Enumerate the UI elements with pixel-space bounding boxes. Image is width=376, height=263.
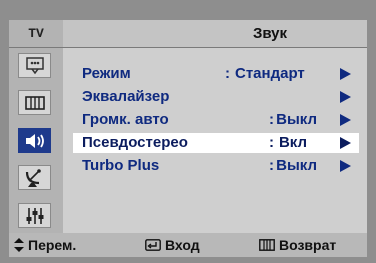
picture-grid-icon [24, 94, 46, 112]
sidebar-item-picture-grid[interactable] [18, 90, 51, 115]
setup-sliders-icon [24, 206, 46, 226]
help-move: Перем. [14, 233, 76, 257]
arrow-right-icon [340, 160, 351, 172]
menu-title: Звук [252, 25, 288, 42]
menu-item-label: Псевдостерео [82, 134, 188, 151]
sidebar-item-channel[interactable] [18, 165, 51, 190]
menu-item-label: Turbo Plus [82, 157, 160, 174]
up-down-arrows-icon [14, 238, 24, 252]
help-return-label: Возврат [279, 237, 337, 253]
menu-item-value: Стандарт [235, 65, 305, 82]
menu-item-value: Выкл [276, 157, 317, 174]
arrow-right-icon [340, 91, 351, 103]
menu-sidebar [9, 48, 63, 233]
menu-item-label: Режим [82, 65, 131, 82]
satellite-icon [24, 168, 46, 188]
menu-item-equalizer[interactable]: Эквалайзер [73, 87, 359, 107]
sidebar-item-sound[interactable] [18, 128, 51, 153]
menu-item-mode[interactable]: Режим : Стандарт [73, 64, 359, 84]
help-enter: Вход [145, 233, 200, 257]
picture-icon [24, 56, 46, 75]
speaker-icon [23, 132, 47, 150]
menu-item-value: Вкл [278, 134, 307, 151]
arrow-right-icon [340, 68, 351, 80]
menu-item-separator: : [269, 111, 274, 128]
sound-menu: Режим : Стандарт Эквалайзер Громк. авто … [63, 48, 367, 233]
sidebar-item-picture[interactable] [18, 53, 51, 78]
help-bar: Перем. Вход Возврат [9, 233, 367, 257]
help-enter-label: Вход [165, 237, 200, 253]
menu-item-separator: : [269, 134, 274, 151]
enter-icon [145, 239, 161, 251]
menu-grid-icon [259, 239, 275, 251]
sidebar-item-setup[interactable] [18, 203, 51, 228]
arrow-right-icon [340, 137, 351, 149]
menu-item-separator: : [225, 65, 230, 82]
arrow-right-icon [340, 114, 351, 126]
menu-header: TV Звук [9, 20, 367, 48]
menu-item-label: Громк. авто [82, 111, 169, 128]
menu-item-value: Выкл [276, 111, 317, 128]
menu-item-label: Эквалайзер [82, 88, 170, 105]
help-return: Возврат [259, 233, 336, 257]
menu-item-turbo-plus[interactable]: Turbo Plus : Выкл [73, 156, 359, 176]
source-label: TV [9, 20, 63, 47]
menu-item-auto-volume[interactable]: Громк. авто : Выкл [73, 110, 359, 130]
menu-item-separator: : [269, 157, 274, 174]
help-move-label: Перем. [28, 237, 77, 253]
osd-menu: TV Звук Режим: Стандарт Эквалайзер Гром… [0, 0, 376, 263]
menu-item-pseudo-stereo[interactable]: Псевдостерео : Вкл [73, 133, 359, 153]
